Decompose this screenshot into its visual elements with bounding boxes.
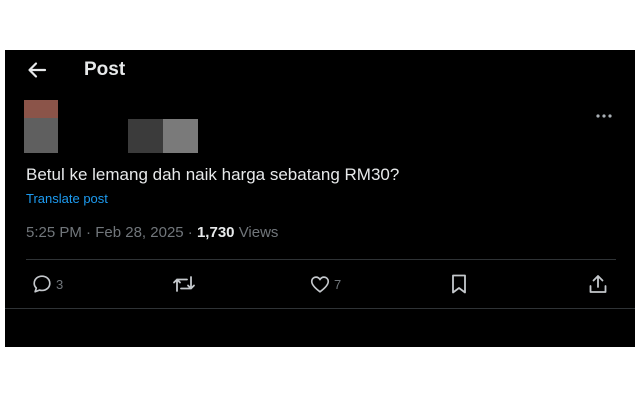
repost-icon bbox=[173, 276, 195, 292]
reply-icon bbox=[33, 275, 51, 293]
avatar-top-tile bbox=[24, 100, 58, 118]
arrow-left-icon bbox=[28, 62, 47, 78]
meta-separator: · bbox=[187, 224, 193, 241]
share-button[interactable] bbox=[587, 271, 609, 297]
share-icon bbox=[589, 275, 607, 293]
bookmark-icon bbox=[452, 274, 466, 294]
views-label: Views bbox=[238, 224, 279, 241]
more-options-button[interactable] bbox=[590, 106, 618, 126]
like-icon bbox=[310, 276, 330, 293]
redaction-tile-dark bbox=[128, 119, 163, 153]
reply-button[interactable]: 3 bbox=[31, 271, 63, 297]
repost-button[interactable] bbox=[172, 271, 196, 297]
page-title: Post bbox=[84, 59, 126, 80]
like-count: 7 bbox=[334, 276, 342, 292]
divider bbox=[5, 308, 635, 309]
action-bar: 3 7 bbox=[26, 271, 616, 297]
post-time[interactable]: 5:25 PM bbox=[26, 224, 82, 241]
post-date[interactable]: Feb 28, 2025 bbox=[95, 224, 183, 241]
post-meta: 5:25 PM · Feb 28, 2025 · 1,730 Views bbox=[26, 223, 278, 243]
redaction-tile-light bbox=[163, 119, 198, 153]
translate-post-link[interactable]: Translate post bbox=[26, 191, 108, 207]
author-name-redacted[interactable] bbox=[128, 119, 198, 153]
reply-count: 3 bbox=[56, 276, 64, 292]
divider bbox=[26, 259, 616, 260]
meta-separator: · bbox=[86, 224, 92, 241]
back-button[interactable] bbox=[23, 58, 51, 82]
post-screen: Post Betul ke lemang dah naik harga seba… bbox=[5, 50, 635, 347]
views-count: 1,730 bbox=[196, 224, 235, 241]
more-horizontal-icon bbox=[596, 114, 612, 118]
like-button[interactable]: 7 bbox=[309, 271, 341, 297]
post-text: Betul ke lemang dah naik harga sebatang … bbox=[26, 165, 400, 184]
header-bar: Post bbox=[5, 50, 635, 90]
avatar-bottom-tile bbox=[24, 118, 58, 153]
avatar[interactable] bbox=[24, 100, 58, 153]
bookmark-button[interactable] bbox=[449, 271, 469, 297]
